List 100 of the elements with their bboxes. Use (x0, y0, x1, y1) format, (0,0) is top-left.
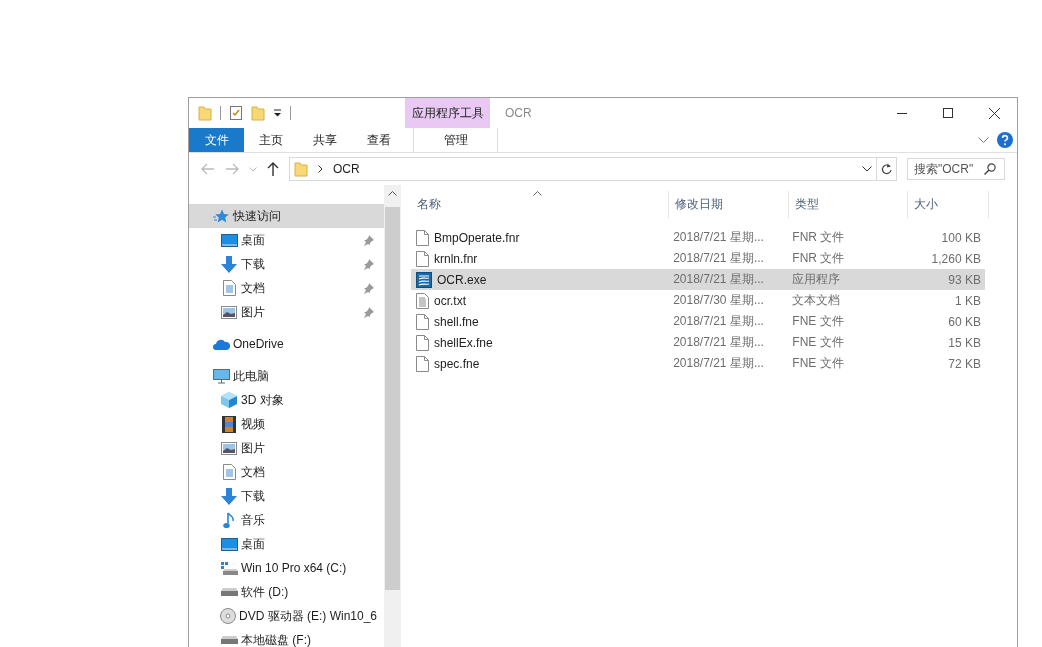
scrollbar[interactable] (384, 185, 401, 647)
ribbon-tab[interactable]: 查看 (352, 128, 406, 152)
file-type: FNE 文件 (791, 355, 845, 372)
file-row[interactable]: OCR.exe 2018/7/21 星期... 应用程序 93 KB (411, 269, 985, 290)
file-row[interactable]: krnln.fnr 2018/7/21 星期... FNR 文件 1,260 KB (411, 248, 985, 269)
folder-icon (294, 161, 308, 177)
help-icon[interactable] (997, 132, 1013, 148)
pin-icon[interactable] (363, 282, 374, 294)
disc-icon (220, 608, 236, 624)
file-type: FNE 文件 (791, 313, 845, 330)
cloud-icon (212, 338, 230, 350)
file-name: spec.fne (434, 356, 480, 371)
window-title: OCR (504, 105, 532, 122)
file-row[interactable]: ocr.txt 2018/7/30 星期... 文本文档 1 KB (411, 290, 985, 311)
sidebar-item[interactable]: Win 10 Pro x64 (C:) (189, 556, 384, 580)
file-size: 60 KB (947, 314, 982, 329)
pin-icon[interactable] (363, 306, 374, 318)
forward-arrow-icon[interactable] (225, 163, 239, 175)
context-tab-group: 应用程序工具 (405, 98, 490, 128)
expand-ribbon-icon[interactable] (978, 136, 989, 144)
close-icon (988, 107, 1000, 119)
column-header[interactable]: 修改日期 (669, 191, 789, 218)
sidebar-item[interactable]: 此电脑 (189, 364, 384, 388)
modified-date: 2018/7/21 星期... (672, 229, 765, 246)
dropdown-chevron-icon[interactable] (862, 166, 872, 172)
search-icon (984, 163, 996, 175)
desktop-icon (220, 233, 238, 247)
properties-icon[interactable] (229, 105, 243, 121)
address-path[interactable]: OCR (333, 162, 360, 176)
file-icon (416, 250, 429, 267)
file-type: FNR 文件 (791, 229, 846, 246)
sidebar-item[interactable]: 下载 (189, 484, 384, 508)
scroll-up-icon[interactable] (388, 191, 397, 196)
computer-icon (212, 368, 230, 384)
modified-date: 2018/7/21 星期... (672, 313, 765, 330)
sidebar-item[interactable]: 图片 (189, 300, 384, 324)
document-icon (222, 280, 236, 296)
file-row[interactable]: shell.fne 2018/7/21 星期... FNE 文件 60 KB (411, 311, 985, 332)
dropdown-icon[interactable] (273, 109, 282, 117)
file-tab[interactable]: 文件 (189, 128, 244, 152)
modified-date: 2018/7/30 星期... (672, 292, 765, 309)
sidebar-item[interactable]: 音乐 (189, 508, 384, 532)
pin-icon[interactable] (363, 234, 374, 246)
column-header[interactable]: 大小 (908, 191, 989, 218)
sidebar-item[interactable]: OneDrive (189, 332, 384, 356)
file-name: shellEx.fne (434, 335, 493, 350)
sidebar-item[interactable]: 本地磁盘 (F:) (189, 628, 384, 647)
file-icon (416, 313, 429, 330)
sidebar-item[interactable]: 桌面 (189, 228, 384, 252)
refresh-button[interactable] (877, 157, 897, 181)
recent-chevron-icon[interactable] (249, 166, 257, 172)
sidebar-item[interactable]: 图片 (189, 436, 384, 460)
ribbon-tab[interactable]: 共享 (298, 128, 352, 152)
file-icon (416, 355, 429, 372)
file-row[interactable]: shellEx.fne 2018/7/21 星期... FNE 文件 15 KB (411, 332, 985, 353)
file-name: OCR.exe (437, 272, 487, 287)
application-icon (416, 271, 432, 288)
file-size: 1 KB (953, 293, 982, 308)
cube-icon (221, 392, 237, 408)
back-arrow-icon[interactable] (201, 163, 215, 175)
file-type: 应用程序 (791, 271, 842, 288)
sidebar-item[interactable]: 视频 (189, 412, 384, 436)
file-name: BmpOperate.fnr (434, 230, 520, 245)
file-size: 100 KB (940, 230, 982, 245)
music-note-icon (223, 511, 235, 529)
sidebar-item[interactable]: 下载 (189, 252, 384, 276)
modified-date: 2018/7/21 星期... (672, 334, 765, 351)
sidebar-item[interactable]: 快速访问 (189, 204, 384, 228)
folder-icon[interactable] (251, 105, 265, 121)
picture-icon (221, 441, 237, 455)
scrollbar-thumb[interactable] (385, 207, 400, 590)
file-row[interactable]: BmpOperate.fnr 2018/7/21 星期... FNR 文件 100 KB (411, 227, 985, 248)
document-icon (222, 464, 236, 480)
sidebar-item[interactable]: 文档 (189, 460, 384, 484)
drive-icon (220, 588, 238, 596)
file-row[interactable]: spec.fne 2018/7/21 星期... FNE 文件 72 KB (411, 353, 985, 374)
film-icon (222, 415, 236, 433)
file-icon (416, 229, 429, 246)
sort-caret-icon (533, 191, 542, 196)
ribbon-tab[interactable]: 管理 (413, 128, 498, 152)
folder-icon[interactable] (198, 105, 212, 121)
sidebar-item[interactable]: DVD 驱动器 (E:) Win10_6 (189, 604, 384, 628)
sidebar-item[interactable]: 文档 (189, 276, 384, 300)
pin-icon[interactable] (363, 258, 374, 270)
download-arrow-icon (221, 487, 237, 505)
sidebar-item[interactable]: 软件 (D:) (189, 580, 384, 604)
column-header[interactable]: 名称 (411, 191, 669, 218)
file-icon (416, 334, 429, 351)
file-type: 文本文档 (791, 292, 842, 309)
address-bar[interactable]: OCR (289, 157, 877, 181)
column-header[interactable]: 类型 (789, 191, 908, 218)
sidebar-item[interactable]: 桌面 (189, 532, 384, 556)
chevron-right-icon (318, 165, 323, 173)
file-size: 72 KB (947, 356, 982, 371)
picture-icon (221, 305, 237, 319)
star-icon (213, 208, 229, 224)
sidebar-item[interactable]: 3D 对象 (189, 388, 384, 412)
up-arrow-icon[interactable] (267, 162, 279, 176)
ribbon-tab[interactable]: 主页 (244, 128, 298, 152)
search-field[interactable]: 搜索"OCR" (907, 158, 1005, 180)
